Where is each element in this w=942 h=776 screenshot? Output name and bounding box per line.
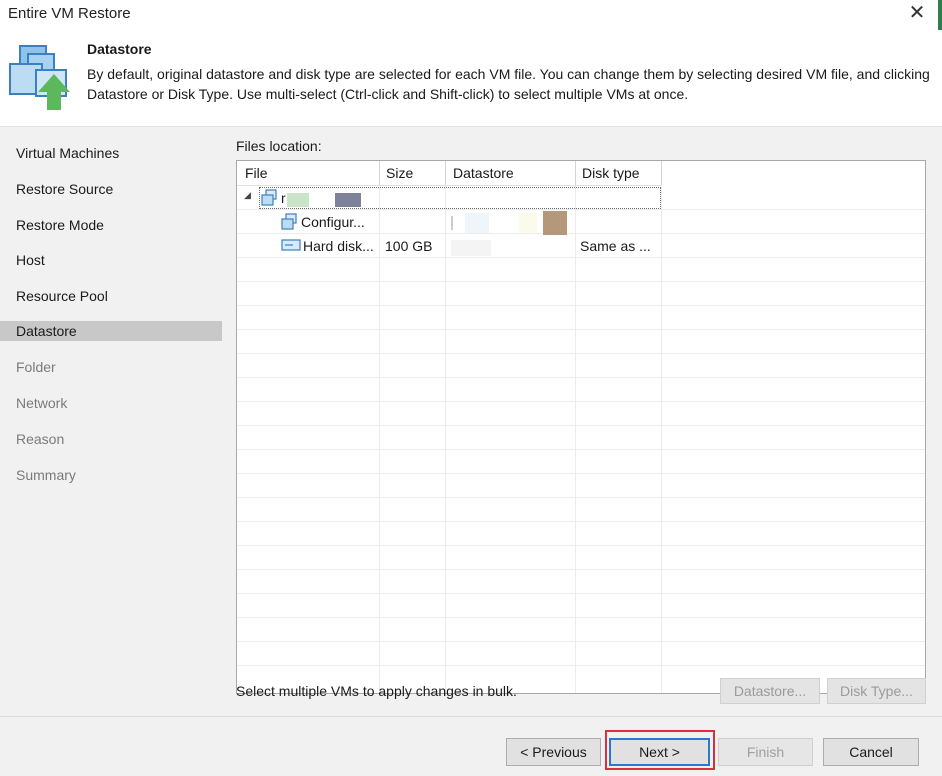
wizard-footer: < Previous Next > Finish Cancel (0, 716, 942, 776)
grid-row-line (237, 641, 925, 642)
vm-name: r (281, 190, 286, 206)
step-datastore[interactable]: Datastore (0, 321, 222, 341)
grid-row-line (237, 449, 925, 450)
wizard-steps: Virtual Machines Restore Source Restore … (0, 126, 222, 716)
datastore-icon (9, 45, 70, 110)
step-virtual-machines[interactable]: Virtual Machines (0, 143, 222, 163)
disk-file-name: Hard disk... (303, 238, 374, 254)
redacted-area (287, 193, 309, 207)
header-bottom-border (237, 185, 661, 186)
header-separator (379, 161, 380, 185)
grid-row-line (237, 257, 925, 258)
close-icon[interactable]: ✕ (906, 2, 928, 24)
page-description: By default, original datastore and disk … (87, 66, 930, 102)
redacted-area (543, 211, 567, 235)
step-network: Network (16, 395, 68, 411)
step-restore-mode[interactable]: Restore Mode (0, 215, 222, 235)
datastore-button[interactable]: Datastore... (720, 678, 820, 704)
files-grid[interactable]: File Size Datastore Disk type ◢ r Config… (236, 160, 926, 694)
page-header: Datastore By default, original datastore… (0, 30, 942, 126)
header-separator (661, 161, 662, 185)
column-header-disk-type[interactable]: Disk type (582, 165, 640, 181)
step-resource-pool[interactable]: Resource Pool (0, 286, 222, 306)
redacted-area (335, 193, 361, 207)
grid-column-line (379, 161, 380, 693)
grid-row-line (237, 473, 925, 474)
step-reason: Reason (16, 431, 65, 447)
grid-row-line (237, 521, 925, 522)
column-header-datastore[interactable]: Datastore (453, 165, 514, 181)
redacted-area (465, 213, 489, 233)
window-title: Entire VM Restore (8, 5, 131, 22)
disk-icon (281, 239, 301, 251)
grid-row-line (237, 617, 925, 618)
grid-column-line (575, 161, 576, 693)
window-edge (938, 0, 942, 34)
disk-file-disk-type: Same as ... (580, 238, 651, 254)
finish-button: Finish (718, 738, 813, 766)
main-panel: Files location: File Size Datastore Disk… (222, 126, 942, 716)
config-icon (281, 213, 297, 230)
grid-column-line (445, 161, 446, 693)
previous-button[interactable]: < Previous (506, 738, 601, 766)
highlight-box (605, 730, 715, 770)
redacted-area (519, 213, 537, 233)
grid-column-line (661, 161, 662, 693)
header-separator (445, 161, 446, 185)
grid-row-line (237, 353, 925, 354)
config-file-name: Configur... (301, 214, 365, 230)
files-location-label: Files location: (236, 138, 322, 154)
table-row-vm[interactable] (259, 187, 661, 209)
bulk-hint: Select multiple VMs to apply changes in … (236, 683, 517, 699)
header-separator (575, 161, 576, 185)
cancel-button[interactable]: Cancel (823, 738, 919, 766)
grid-row-line (237, 545, 925, 546)
step-summary: Summary (16, 467, 76, 483)
grid-row-line (237, 569, 925, 570)
redacted-area (451, 216, 453, 230)
collapse-icon[interactable]: ◢ (244, 190, 251, 201)
disk-file-size: 100 GB (385, 238, 433, 254)
disk-type-button[interactable]: Disk Type... (827, 678, 926, 704)
grid-row-line (237, 305, 925, 306)
step-folder: Folder (16, 359, 56, 375)
vm-icon (261, 189, 277, 206)
title-bar: Entire VM Restore ✕ (0, 0, 942, 30)
grid-row-line (237, 329, 925, 330)
grid-row-line (237, 209, 925, 210)
redacted-area (451, 240, 491, 256)
grid-row-line (237, 377, 925, 378)
column-header-size[interactable]: Size (386, 165, 413, 181)
grid-row-line (237, 497, 925, 498)
step-restore-source[interactable]: Restore Source (0, 179, 222, 199)
page-title: Datastore (87, 41, 152, 57)
grid-row-line (237, 233, 925, 234)
grid-row-line (237, 425, 925, 426)
grid-row-line (237, 665, 925, 666)
step-host[interactable]: Host (0, 250, 222, 270)
grid-row-line (237, 281, 925, 282)
column-header-file[interactable]: File (245, 165, 268, 181)
grid-row-line (237, 401, 925, 402)
grid-row-line (237, 593, 925, 594)
